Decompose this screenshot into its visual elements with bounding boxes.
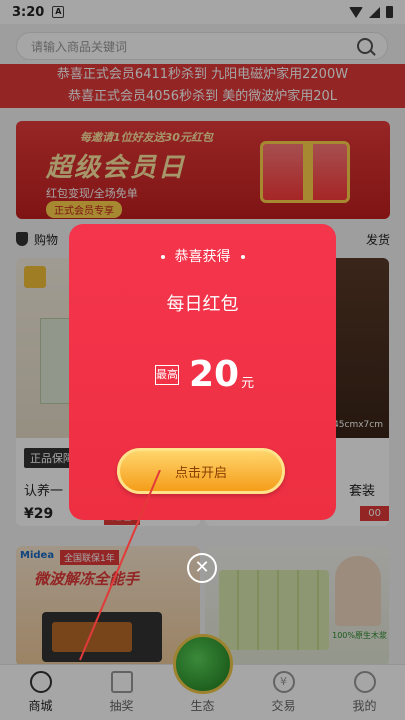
reward-popup: 恭喜获得 每日红包 最高 20 元 点击开启 (69, 224, 336, 520)
reward-unit: 元 (241, 376, 255, 391)
popup-title: 恭喜获得 (174, 249, 231, 265)
dot-icon (240, 255, 245, 259)
reward-name: 每日红包 (166, 294, 239, 315)
dot-icon (160, 255, 165, 259)
popup-title-row: 恭喜获得 (69, 246, 336, 266)
open-button[interactable]: 点击开启 (117, 448, 285, 494)
close-icon[interactable]: ✕ (187, 553, 217, 583)
reward-amount: 20 (189, 354, 240, 395)
amount-row: 最高 20 元 (155, 354, 254, 395)
max-tag: 最高 (155, 364, 179, 385)
